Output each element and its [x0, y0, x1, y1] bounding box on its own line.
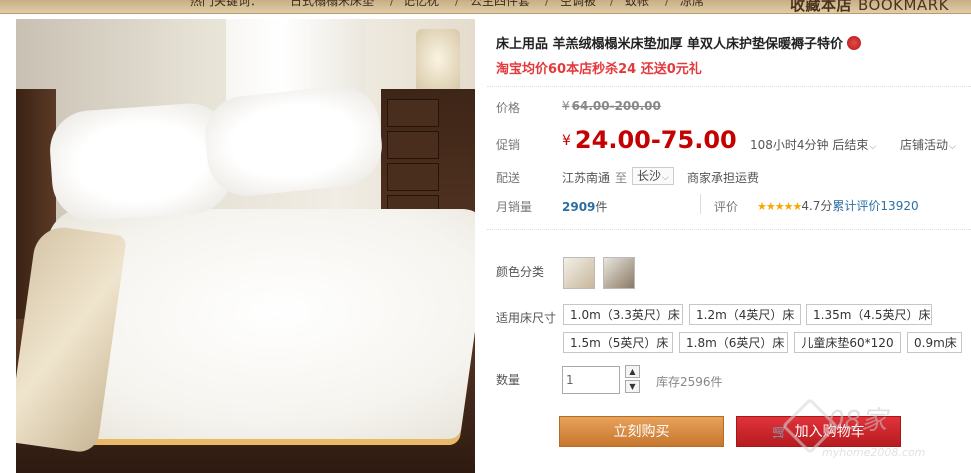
- size-option-6[interactable]: 儿童床垫60*120: [794, 332, 901, 353]
- product-title: 床上用品 羊羔绒榻榻米床垫加厚 单双人床护垫保暖褥子特价: [496, 33, 862, 52]
- quantity-label: 数量: [496, 373, 521, 387]
- ship-from: 江苏南通: [562, 171, 611, 185]
- quantity-input[interactable]: [562, 366, 620, 394]
- nav-link-princess-set[interactable]: 公主四件套: [470, 0, 530, 8]
- stock-count: 库存2596件: [656, 375, 723, 389]
- nav-link-mosquito-net[interactable]: 蚊帐: [625, 0, 649, 8]
- size-option-7[interactable]: 0.9m床: [907, 332, 962, 353]
- price-label: 价格: [496, 101, 521, 115]
- hot-keywords-label: 热门关键词：: [190, 0, 263, 8]
- pillow-right: [201, 82, 386, 200]
- promo-price: ¥24.00-75.00: [562, 126, 737, 154]
- star-rating-icon: ★★★★★: [757, 200, 802, 213]
- size-option-3[interactable]: 1.35m（4.5英尺）床: [806, 304, 932, 325]
- monthly-sales: 2909件: [562, 200, 608, 214]
- nav-link-pillow[interactable]: 记忆枕: [403, 0, 439, 8]
- promo-subtitle: 淘宝均价60本店秒杀24 还送0元礼: [496, 62, 702, 77]
- ship-to-label: 至: [615, 171, 628, 185]
- bookmark-store-link[interactable]: 收藏本店 BOOKMARK: [790, 0, 949, 13]
- color-swatch-1[interactable]: [563, 257, 595, 289]
- size-option-1[interactable]: 1.0m（3.3英尺）床: [563, 304, 683, 325]
- nav-link-tatami[interactable]: 日式榻榻米床垫: [290, 0, 374, 8]
- countdown-select[interactable]: 108小时4分钟 后结束⌵: [750, 136, 876, 153]
- color-label: 颜色分类: [496, 265, 545, 279]
- buy-now-button[interactable]: 立刻购买: [559, 416, 724, 447]
- nav-link-mat[interactable]: 凉席: [680, 0, 704, 8]
- rating-label: 评价: [714, 200, 739, 214]
- product-image[interactable]: [16, 19, 475, 473]
- store-event-select[interactable]: 店铺活动⌵: [900, 136, 956, 153]
- ship-to-select[interactable]: 长沙⌵: [632, 167, 674, 185]
- original-price: ¥64.00-200.00: [562, 99, 661, 113]
- top-nav-bar: 热门关键词： 日式榻榻米床垫 / 记忆枕 / 公主四件套 / 空调被 / 蚊帐 …: [0, 0, 971, 14]
- chevron-down-icon: ⌵: [662, 173, 669, 183]
- pillow-left: [47, 100, 235, 224]
- chevron-down-icon: ⌵: [869, 142, 877, 152]
- size-label: 适用床尺寸: [496, 311, 557, 325]
- monthly-sales-label: 月销量: [496, 200, 533, 214]
- chevron-down-icon: ⌵: [949, 142, 956, 152]
- shipping-fee: 商家承担运费: [687, 171, 760, 185]
- size-option-4[interactable]: 1.5m（5英尺）床: [563, 332, 673, 353]
- gift-icon: [847, 36, 862, 50]
- nav-link-quilt[interactable]: 空调被: [560, 0, 596, 8]
- rating-summary[interactable]: ★★★★★4.7分累计评价13920: [757, 197, 919, 214]
- shipping-label: 配送: [496, 171, 521, 185]
- site-watermark: 08家 myhome2008.com: [781, 397, 971, 473]
- size-option-5[interactable]: 1.8m（6英尺）床: [679, 332, 788, 353]
- color-swatch-2[interactable]: [603, 257, 635, 289]
- quantity-decrease-button[interactable]: ▼: [625, 380, 640, 393]
- promo-label: 促销: [496, 138, 521, 152]
- quantity-increase-button[interactable]: ▲: [625, 365, 640, 378]
- size-option-2[interactable]: 1.2m（4英尺）床: [689, 304, 801, 325]
